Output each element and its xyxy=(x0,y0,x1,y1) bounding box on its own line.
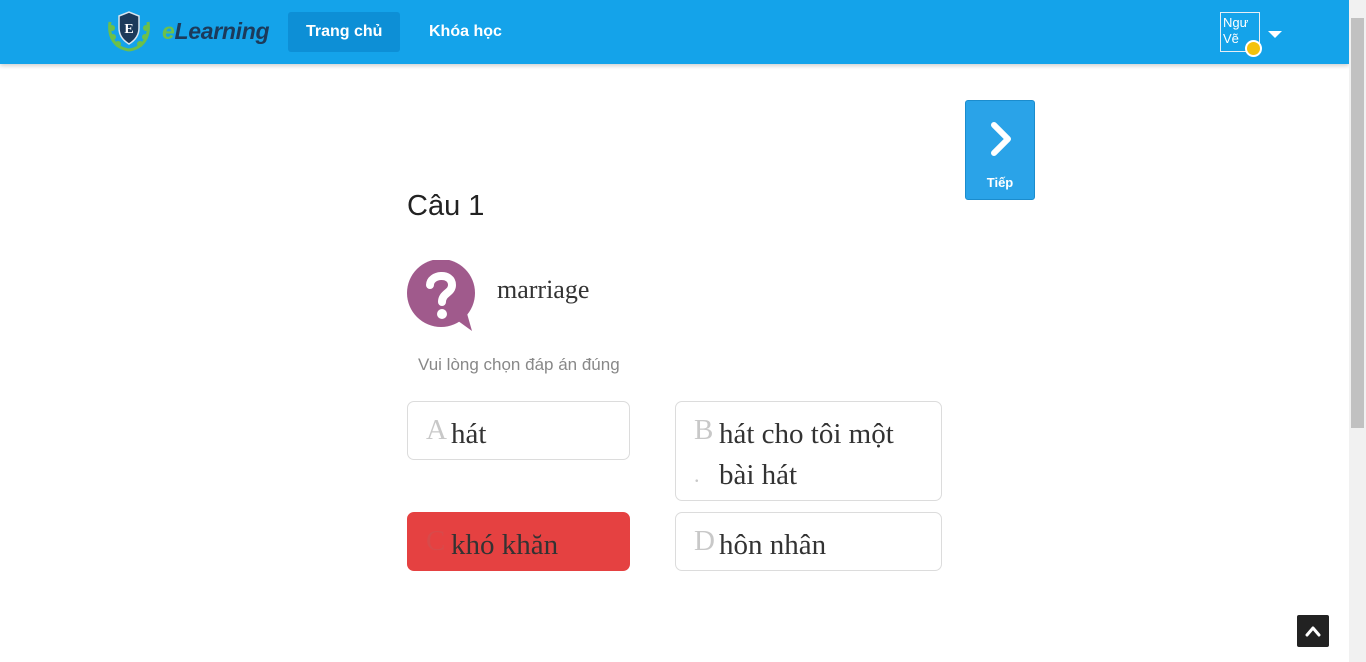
chevron-right-icon xyxy=(991,122,1011,156)
next-button[interactable]: Tiếp xyxy=(965,100,1035,200)
page: E eLearning Trang chủ Khóa học Ngư Vẽ Ti… xyxy=(0,0,1366,662)
question-title: Câu 1 xyxy=(407,190,485,222)
question-bubble-icon xyxy=(407,260,475,331)
nav-item-home[interactable]: Trang chủ xyxy=(288,12,401,52)
answer-option-d[interactable]: D hôn nhân xyxy=(675,512,942,571)
logo[interactable]: E eLearning xyxy=(104,8,270,54)
chevron-up-icon xyxy=(1305,626,1321,637)
answer-option-c[interactable]: C khó khăn xyxy=(407,512,630,571)
nav-item-courses[interactable]: Khóa học xyxy=(411,12,520,52)
logo-prefix: e xyxy=(162,17,175,44)
logo-badge-letter: E xyxy=(124,22,133,37)
answer-letter: D xyxy=(694,525,715,557)
caret-down-icon[interactable] xyxy=(1268,31,1282,38)
answer-text: khó khăn xyxy=(451,529,559,561)
answer-option-a[interactable]: A hát xyxy=(407,401,630,460)
answer-letter: C xyxy=(426,525,446,557)
page-scrollbar[interactable] xyxy=(1349,0,1366,662)
avatar-edit-badge-icon xyxy=(1245,40,1262,57)
question-hint: Vui lòng chọn đáp án đúng xyxy=(418,355,620,374)
logo-suffix: Learning xyxy=(174,17,270,44)
back-to-top-button[interactable] xyxy=(1297,615,1329,647)
scrollbar-thumb[interactable] xyxy=(1351,18,1364,428)
answer-text: hát xyxy=(451,418,487,450)
answer-line-marker: . xyxy=(694,462,700,487)
next-button-label: Tiếp xyxy=(986,175,1014,190)
answer-letter: A xyxy=(426,414,447,446)
question-word: marriage xyxy=(497,275,590,304)
answer-letter: B xyxy=(694,414,714,446)
answer-text: hát cho tôi một bài hát xyxy=(719,418,894,491)
answer-text: hôn nhân xyxy=(719,529,827,561)
answer-option-b[interactable]: B . hát cho tôi một bài hát xyxy=(675,401,942,501)
top-navbar: E eLearning Trang chủ Khóa học Ngư Vẽ xyxy=(0,0,1349,64)
logo-text: eLearning xyxy=(162,17,270,45)
laurel-shield-icon: E xyxy=(108,11,150,52)
